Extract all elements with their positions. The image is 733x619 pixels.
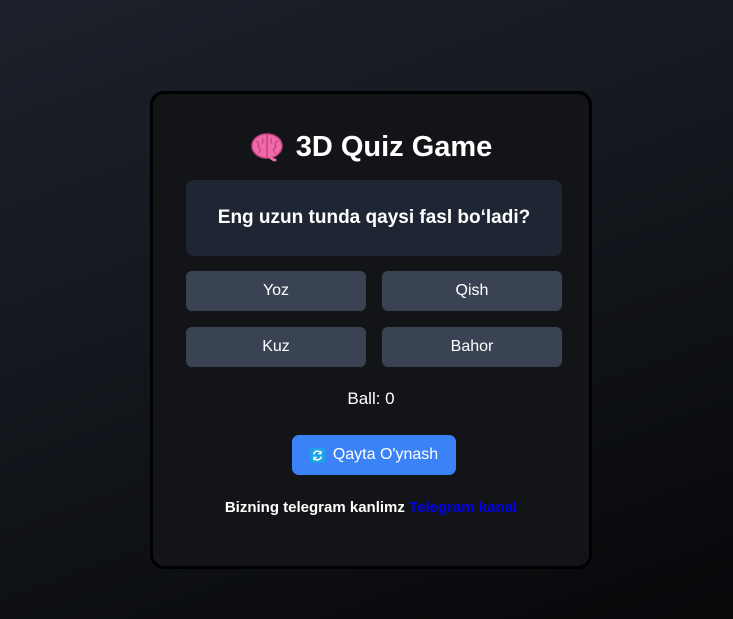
telegram-link[interactable]: Telegram kanal <box>409 499 517 516</box>
answer-button-qish[interactable]: Qish <box>382 271 562 311</box>
question-box: Eng uzun tunda qaysi fasl bo‘ladi? <box>186 180 562 256</box>
answer-button-yoz[interactable]: Yoz <box>186 271 366 311</box>
restart-button[interactable]: Qayta O'ynash <box>292 435 456 475</box>
footer: Bizning telegram kanlimz Telegram kanal <box>153 499 589 516</box>
restart-label: Qayta O'ynash <box>332 446 439 463</box>
brain-icon <box>250 133 283 162</box>
question-text: Eng uzun tunda qaysi fasl bo‘ladi? <box>217 207 531 228</box>
answer-button-bahor[interactable]: Bahor <box>382 327 562 367</box>
title-text: 3D Quiz Game <box>295 131 493 163</box>
refresh-icon <box>309 447 325 463</box>
footer-text: Bizning telegram kanlimz <box>224 499 405 516</box>
answer-grid: Yoz Qish Kuz Bahor <box>186 271 562 367</box>
quiz-card: 3D Quiz Game Eng uzun tunda qaysi fasl b… <box>150 91 592 569</box>
page-title: 3D Quiz Game <box>153 128 589 166</box>
answer-button-kuz[interactable]: Kuz <box>186 327 366 367</box>
score-display: Ball: 0 <box>347 389 395 408</box>
